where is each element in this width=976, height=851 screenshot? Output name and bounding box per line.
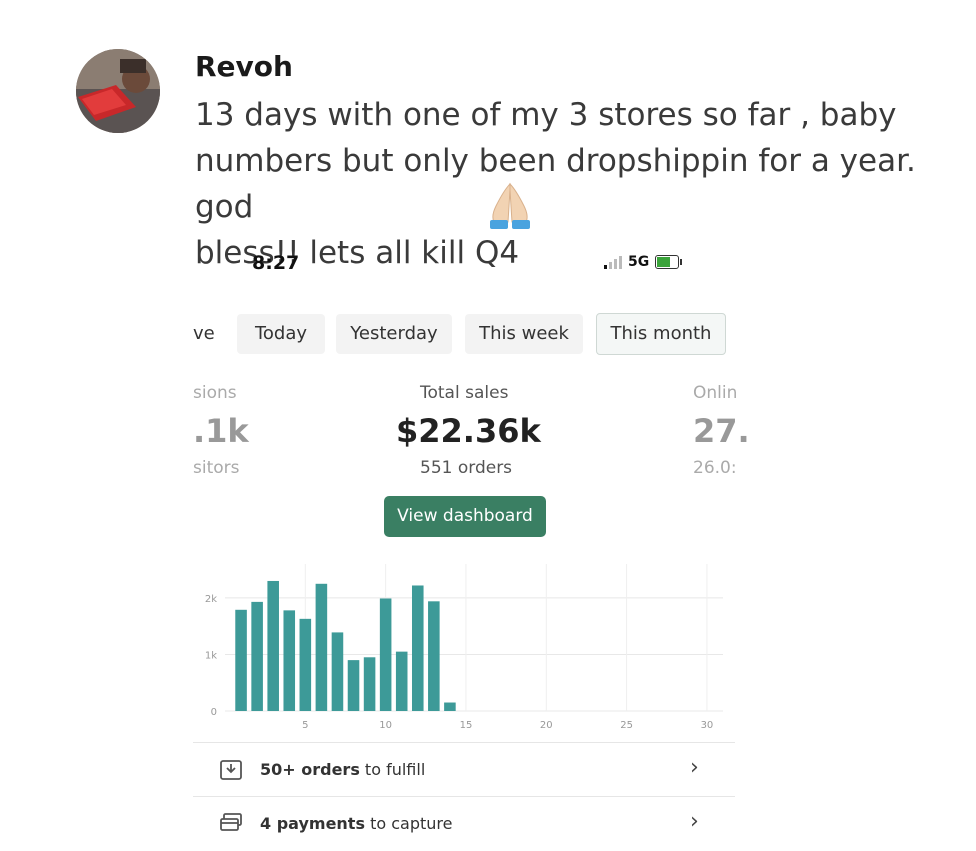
battery-icon	[655, 255, 683, 269]
post-author[interactable]: Revoh	[195, 50, 293, 83]
avatar-image	[76, 49, 160, 133]
folded-hands-icon	[490, 182, 530, 229]
x-tick-label: 25	[620, 720, 633, 731]
signal-icon	[604, 255, 622, 269]
y-tick-label: 0	[211, 707, 217, 718]
tab-this-month[interactable]: This month	[596, 313, 726, 355]
chart-bar	[251, 601, 263, 711]
payment-card-icon	[220, 813, 242, 831]
x-tick-label: 30	[701, 720, 714, 731]
task-orders-to-fulfill[interactable]: 50+ orders to fulfill ›	[193, 742, 735, 797]
chart-bar	[299, 618, 312, 711]
avatar[interactable]	[76, 49, 160, 133]
online-sub: 26.0:	[693, 458, 737, 478]
online-label: Onlin	[693, 383, 738, 403]
sessions-value[interactable]: .1k	[193, 412, 249, 450]
task-label: 4 payments to capture	[260, 814, 453, 833]
chart-bar	[363, 657, 376, 711]
download-box-icon	[220, 760, 242, 780]
tab-yesterday[interactable]: Yesterday	[336, 314, 452, 354]
chart-bar	[444, 702, 456, 711]
chevron-right-icon: ›	[690, 809, 699, 834]
tab-today[interactable]: Today	[237, 314, 325, 354]
x-tick-label: 15	[460, 720, 473, 731]
total-sales-value[interactable]: $22.36k	[396, 412, 541, 450]
chart-bar	[331, 632, 344, 711]
chart-bar	[395, 651, 408, 711]
task-label: 50+ orders to fulfill	[260, 760, 426, 779]
post-text: 13 days with one of my 3 stores so far ,…	[195, 97, 916, 271]
chart-bar	[235, 609, 247, 711]
chart-bar	[315, 583, 328, 711]
status-time: 8:27	[252, 252, 300, 274]
y-tick-label: 2k	[205, 594, 217, 605]
sales-chart: 0 1k 2k 5 10 15 20 25 30	[205, 564, 723, 731]
tab-this-week[interactable]: This week	[465, 314, 583, 354]
chart-bar	[379, 598, 392, 711]
online-value[interactable]: 27.	[693, 412, 750, 450]
task-payments-to-capture[interactable]: 4 payments to capture ›	[193, 796, 735, 851]
chart-bar	[347, 660, 360, 711]
network-label: 5G	[628, 254, 650, 270]
sessions-sub: sitors	[193, 458, 240, 478]
sessions-label: sions	[193, 383, 237, 403]
chart-bar	[267, 580, 279, 711]
view-dashboard-button[interactable]: View dashboard	[384, 496, 546, 537]
x-tick-label: 5	[302, 720, 308, 731]
orders-count: 551 orders	[420, 458, 513, 478]
chart-bar	[411, 585, 424, 711]
total-sales-label: Total sales	[420, 383, 509, 403]
tab-live[interactable]: ve	[193, 314, 225, 354]
chart-bar	[283, 610, 296, 711]
chart-bar	[428, 601, 440, 711]
x-tick-label: 20	[540, 720, 553, 731]
x-tick-label: 10	[379, 720, 392, 731]
status-indicators: 5G	[604, 254, 683, 270]
y-tick-label: 1k	[205, 650, 217, 661]
chevron-right-icon: ›	[690, 755, 699, 780]
